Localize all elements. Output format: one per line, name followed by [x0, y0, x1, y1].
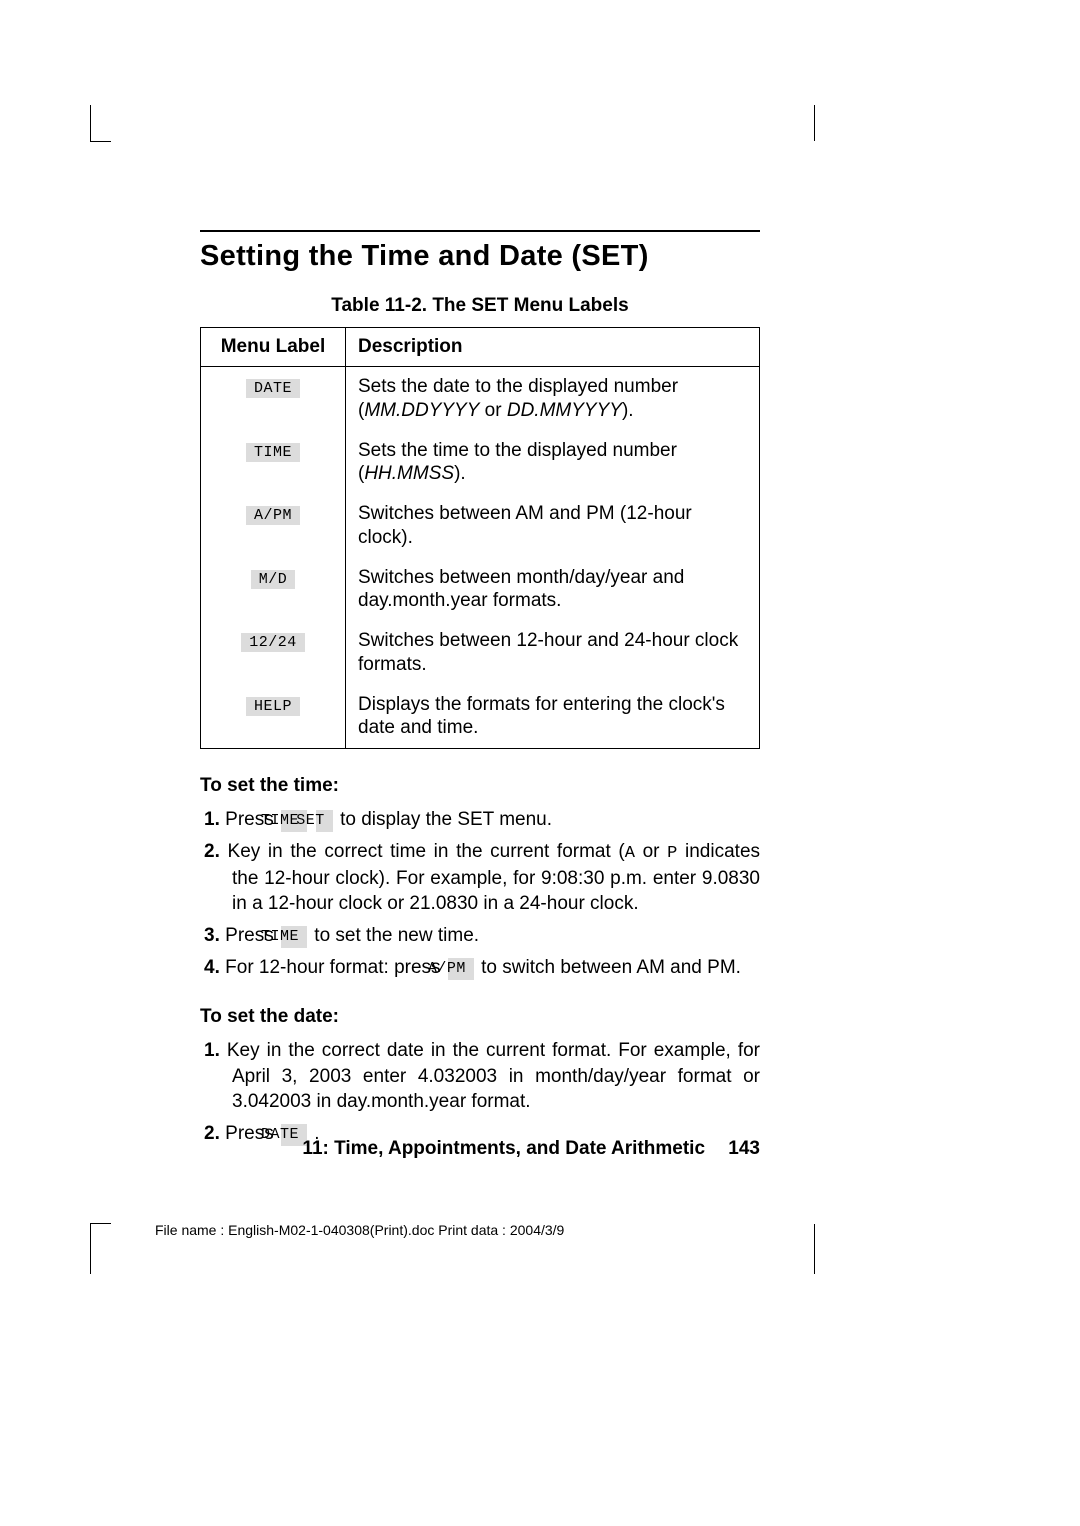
table-row: TIME Sets the time to the displayed numb…: [201, 431, 760, 495]
t: P: [667, 844, 677, 863]
t: Key in the correct date in the current f…: [227, 1040, 760, 1112]
th-description: Description: [346, 328, 760, 367]
key-set: SET: [316, 810, 333, 832]
num: 1.: [204, 809, 220, 830]
t: to switch between AM and PM.: [476, 957, 741, 978]
t: ).: [622, 400, 634, 421]
key-md: M/D: [251, 570, 296, 589]
table-caption: Table 11-2. The SET Menu Labels: [200, 295, 760, 317]
desc-md: Switches between month/day/year and day.…: [346, 558, 760, 622]
list-item: 4. For 12-hour format: press A/PM to swi…: [204, 955, 760, 981]
key-1224: 12/24: [241, 633, 305, 652]
key-apm: A/PM: [246, 506, 300, 525]
crop-mark-bl: [90, 1223, 111, 1274]
set-menu-table: Menu Label Description DATE Sets the dat…: [200, 327, 760, 749]
key-time: TIME: [281, 926, 307, 948]
heading-set-date: To set the date:: [200, 1006, 760, 1028]
footer-page-number: 143: [728, 1138, 760, 1159]
key-help: HELP: [246, 697, 300, 716]
heading-set-time: To set the time:: [200, 775, 760, 797]
page-footer: 11: Time, Appointments, and Date Arithme…: [200, 1138, 760, 1160]
key-time: TIME: [246, 443, 300, 462]
key-apm: A/PM: [448, 958, 474, 980]
desc-apm: Switches between AM and PM (12-hour cloc…: [346, 494, 760, 558]
num: 4.: [204, 957, 220, 978]
list-item: 3. Press TIME to set the new time.: [204, 923, 760, 949]
table-row: 12/24 Switches between 12-hour and 24-ho…: [201, 621, 760, 685]
list-item: 2. Key in the correct time in the curren…: [204, 839, 760, 917]
crop-mark-tl: [90, 105, 111, 142]
t: to set the new time.: [309, 925, 479, 946]
table-row: A/PM Switches between AM and PM (12-hour…: [201, 494, 760, 558]
table-row: M/D Switches between month/day/year and …: [201, 558, 760, 622]
t: MM.DDYYYY: [364, 400, 479, 421]
list-item: 1. Press TIME SET to display the SET men…: [204, 807, 760, 833]
footer-chapter: 11: Time, Appointments, and Date Arithme…: [302, 1138, 705, 1159]
key-date: DATE: [246, 379, 300, 398]
list-item: 1. Key in the correct date in the curren…: [204, 1038, 760, 1115]
crop-mark-tr: [814, 105, 815, 141]
t: Key in the correct time in the current f…: [228, 841, 625, 862]
steps-set-date: 1. Key in the correct date in the curren…: [200, 1038, 760, 1147]
table-row: DATE Sets the date to the displayed numb…: [201, 367, 760, 431]
t: HH.MMSS: [364, 463, 454, 484]
section-rule: [200, 230, 760, 232]
t: or: [479, 400, 506, 421]
desc-1224: Switches between 12-hour and 24-hour clo…: [346, 621, 760, 685]
t: or: [635, 841, 667, 862]
t: For 12-hour format: press: [225, 957, 446, 978]
num: 2.: [204, 841, 220, 862]
crop-mark-br: [814, 1224, 815, 1274]
section-title: Setting the Time and Date (SET): [200, 240, 760, 273]
num: 1.: [204, 1040, 220, 1061]
t: DD.MMYYYY: [507, 400, 622, 421]
desc-help: Displays the formats for entering the cl…: [346, 685, 760, 749]
t: A: [625, 844, 635, 863]
t: ).: [454, 463, 466, 484]
desc-time: Sets the time to the displayed number (H…: [346, 431, 760, 495]
table-row: HELP Displays the formats for entering t…: [201, 685, 760, 749]
t: to display the SET menu.: [335, 809, 552, 830]
th-menu-label: Menu Label: [201, 328, 346, 367]
num: 3.: [204, 925, 220, 946]
page-body: Setting the Time and Date (SET) Table 11…: [200, 230, 760, 1153]
steps-set-time: 1. Press TIME SET to display the SET men…: [200, 807, 760, 980]
desc-date: Sets the date to the displayed number (M…: [346, 367, 760, 431]
print-metadata: File name : English-M02-1-040308(Print).…: [155, 1222, 564, 1238]
